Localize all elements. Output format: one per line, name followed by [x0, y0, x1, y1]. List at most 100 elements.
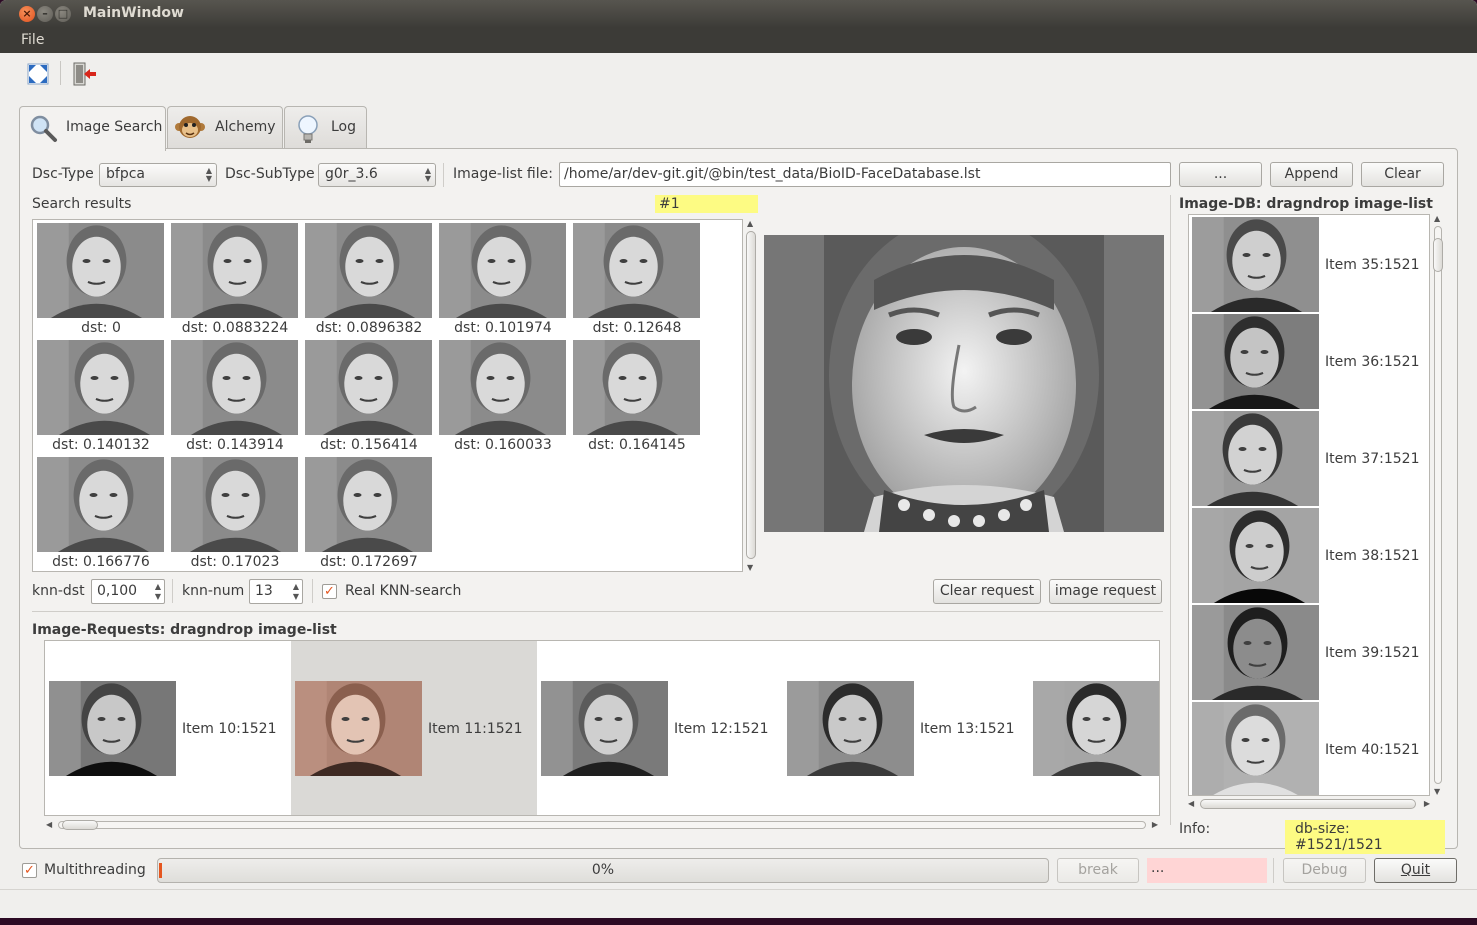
- maximize-window-button[interactable]: □: [55, 6, 71, 22]
- results-scrollbar[interactable]: ▲ ▼: [745, 219, 757, 572]
- image-list-file-input[interactable]: /home/ar/dev-git.git/@bin/test_data/BioI…: [559, 162, 1171, 187]
- request-thumbnail: [787, 681, 914, 780]
- result-thumbnail[interactable]: [37, 340, 164, 435]
- tab-label: Image Search: [66, 119, 163, 135]
- clear-request-button[interactable]: Clear request: [933, 579, 1041, 604]
- scroll-right-icon[interactable]: ▶: [1424, 799, 1430, 808]
- request-item[interactable]: [1029, 641, 1159, 815]
- request-item[interactable]: Item 13:1521: [783, 641, 1029, 815]
- knn-dst-label: knn-dst: [32, 583, 85, 599]
- request-item[interactable]: Item 11:1521: [291, 641, 537, 815]
- spin-up-icon[interactable]: ▲: [155, 582, 161, 591]
- db-item-label: Item 36:1521: [1325, 354, 1420, 370]
- db-thumbnail[interactable]: [1192, 411, 1319, 510]
- knn-dst-value: 0,100: [97, 583, 138, 599]
- image-requests-label: Image-Requests: dragndrop image-list: [32, 622, 337, 638]
- scroll-thumb[interactable]: [1433, 238, 1443, 272]
- scroll-down-icon[interactable]: ▼: [1434, 787, 1440, 796]
- spin-down-icon[interactable]: ▼: [293, 592, 299, 601]
- fullscreen-icon[interactable]: [25, 61, 51, 87]
- knn-num-spinbox[interactable]: 13 ▲ ▼: [249, 579, 303, 604]
- dsc-type-select[interactable]: bfpca ▲ ▼: [99, 163, 217, 187]
- db-hscrollbar[interactable]: ◀ ▶: [1188, 798, 1430, 810]
- dsc-subtype-label: Dsc-SubType: [225, 166, 315, 182]
- knn-num-value: 13: [255, 583, 273, 599]
- result-thumbnail[interactable]: [37, 457, 164, 552]
- scroll-up-icon[interactable]: ▲: [1434, 214, 1440, 223]
- request-item[interactable]: Item 10:1521: [45, 641, 291, 815]
- window-title: MainWindow: [83, 5, 184, 21]
- separator: [172, 579, 173, 603]
- spin-up-icon[interactable]: ▲: [293, 582, 299, 591]
- db-item-label: Item 40:1521: [1325, 742, 1420, 758]
- minimize-window-button[interactable]: –: [37, 6, 53, 22]
- tab-log[interactable]: Log: [284, 106, 367, 149]
- spin-down-icon[interactable]: ▼: [155, 592, 161, 601]
- result-thumbnail[interactable]: [573, 223, 700, 318]
- separator: [443, 163, 444, 187]
- scroll-track[interactable]: [58, 821, 1146, 829]
- append-button[interactable]: Append: [1270, 162, 1353, 187]
- separator: [1273, 858, 1274, 883]
- request-item[interactable]: Item 12:1521: [537, 641, 783, 815]
- result-thumbnail[interactable]: [305, 223, 432, 318]
- scroll-thumb[interactable]: [1200, 799, 1416, 809]
- result-thumbnail[interactable]: [171, 340, 298, 435]
- db-item-label: Item 37:1521: [1325, 451, 1420, 467]
- result-thumbnail[interactable]: [37, 223, 164, 318]
- scroll-down-icon[interactable]: ▼: [747, 563, 753, 572]
- magnifier-icon: [30, 115, 57, 142]
- exit-icon[interactable]: [71, 61, 97, 87]
- result-thumbnail[interactable]: [171, 223, 298, 318]
- debug-button[interactable]: Debug: [1283, 858, 1366, 883]
- scroll-left-icon[interactable]: ◀: [1188, 799, 1194, 808]
- scroll-right-icon[interactable]: ▶: [1152, 820, 1158, 829]
- quit-button[interactable]: Quit: [1374, 858, 1457, 883]
- close-window-button[interactable]: ×: [19, 6, 35, 22]
- preview-image: [764, 235, 1164, 532]
- scroll-thumb[interactable]: [62, 820, 98, 830]
- result-thumbnail[interactable]: [305, 340, 432, 435]
- tab-alchemy[interactable]: Alchemy: [167, 106, 283, 149]
- result-thumbnail[interactable]: [305, 457, 432, 552]
- scroll-left-icon[interactable]: ◀: [46, 820, 52, 829]
- db-thumbnail[interactable]: [1192, 702, 1319, 795]
- db-thumbnail[interactable]: [1192, 314, 1319, 413]
- selected-result-marker: #1: [655, 195, 758, 213]
- db-vscrollbar[interactable]: ▲ ▼: [1432, 214, 1444, 796]
- menu-file[interactable]: File: [21, 32, 44, 48]
- request-thumbnail: [541, 681, 668, 780]
- scroll-thumb[interactable]: [746, 231, 756, 559]
- status-field: ...: [1147, 858, 1267, 883]
- result-distance: dst: 0.140132: [52, 437, 150, 453]
- request-item-label: Item 11:1521: [428, 721, 523, 737]
- db-thumbnail[interactable]: [1192, 217, 1319, 316]
- request-item-label: Item 12:1521: [674, 721, 769, 737]
- result-distance: dst: 0: [81, 320, 121, 336]
- result-thumbnail[interactable]: [439, 223, 566, 318]
- browse-button[interactable]: ...: [1179, 162, 1262, 187]
- multithreading-checkbox[interactable]: ✓: [22, 863, 37, 878]
- updown-arrows-icon: ▲ ▼: [205, 166, 212, 183]
- db-item-label: Item 39:1521: [1325, 645, 1420, 661]
- image-request-button[interactable]: image request: [1049, 579, 1162, 604]
- result-thumbnail[interactable]: [171, 457, 298, 552]
- result-thumbnail[interactable]: [439, 340, 566, 435]
- dsc-subtype-select[interactable]: g0r_3.6 ▲ ▼: [318, 163, 436, 187]
- splitter[interactable]: [1170, 195, 1171, 825]
- knn-dst-spinbox[interactable]: 0,100 ▲ ▼: [91, 579, 165, 604]
- clear-button[interactable]: Clear: [1361, 162, 1444, 187]
- db-thumbnail[interactable]: [1192, 605, 1319, 704]
- result-distance: dst: 0.156414: [320, 437, 418, 453]
- result-thumbnail[interactable]: [573, 340, 700, 435]
- scroll-track[interactable]: [1434, 226, 1442, 784]
- break-button[interactable]: break: [1057, 858, 1139, 883]
- tab-image-search[interactable]: Image Search: [19, 106, 166, 151]
- image-db-label: Image-DB: dragndrop image-list: [1179, 196, 1433, 212]
- scroll-up-icon[interactable]: ▲: [747, 219, 753, 228]
- requests-hscrollbar[interactable]: ◀ ▶: [44, 819, 1160, 831]
- result-distance: dst: 0.101974: [454, 320, 552, 336]
- db-size-info: db-size: #1521/1521: [1285, 820, 1445, 854]
- db-thumbnail[interactable]: [1192, 508, 1319, 607]
- real-knn-checkbox[interactable]: ✓: [322, 584, 337, 599]
